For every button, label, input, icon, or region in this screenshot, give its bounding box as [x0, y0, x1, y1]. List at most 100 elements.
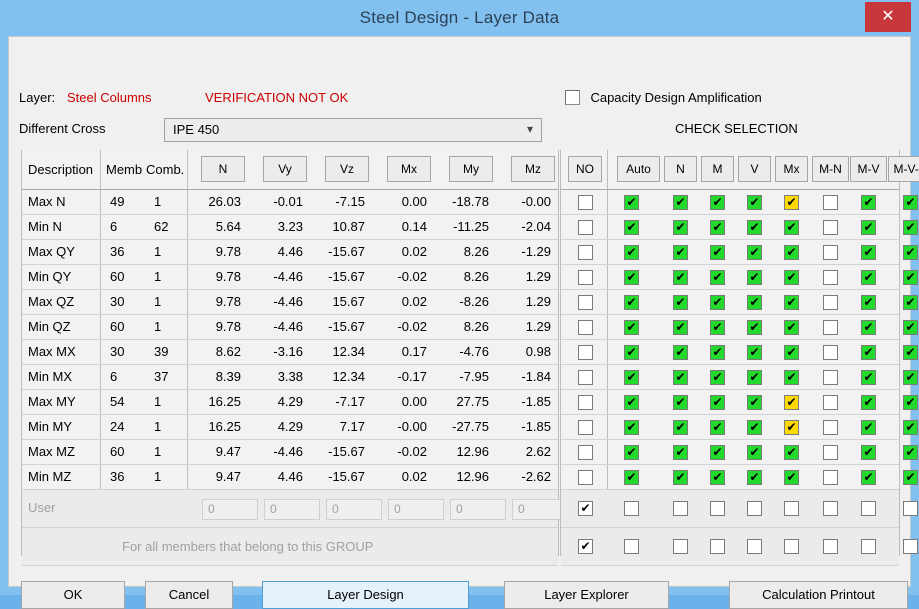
checkbox-n[interactable]: ✔: [673, 395, 688, 410]
col-header-button-m-v-n[interactable]: M-V-N: [888, 156, 919, 182]
checkbox-n[interactable]: ✔: [673, 245, 688, 260]
table-row[interactable]: Max MZ 60 1 9.47 -4.46 -15.67 -0.02 12.96 2.62: [22, 440, 558, 465]
col-header-button-no[interactable]: NO: [568, 156, 602, 182]
checkbox-n[interactable]: [673, 539, 688, 554]
checkbox-m-n[interactable]: [823, 195, 838, 210]
check-row[interactable]: ✔ ✔ ✔ ✔ ✔ ✔ ✔: [561, 190, 918, 215]
user-input-4[interactable]: 0: [450, 499, 506, 520]
section-select[interactable]: IPE 450 ▾: [164, 118, 542, 142]
checkbox-mx[interactable]: ✔: [784, 270, 799, 285]
layer-explorer-button[interactable]: Layer Explorer: [504, 581, 669, 609]
table-row[interactable]: Max QZ 30 1 9.78 -4.46 15.67 0.02 -8.26 1.29: [22, 290, 558, 315]
checkbox-mx[interactable]: ✔: [784, 470, 799, 485]
col-header-button-m-n[interactable]: M-N: [812, 156, 849, 182]
col-header-button-m[interactable]: M: [701, 156, 734, 182]
col-header-button-m-v[interactable]: M-V: [850, 156, 887, 182]
checkbox-m-v-n[interactable]: [903, 501, 918, 516]
checkbox-m-n[interactable]: [823, 295, 838, 310]
checkbox-m-v-n[interactable]: ✔: [903, 295, 918, 310]
check-row[interactable]: ✔ ✔ ✔ ✔ ✔ ✔ ✔: [561, 365, 918, 390]
check-row[interactable]: ✔ ✔ ✔ ✔ ✔ ✔ ✔: [561, 215, 918, 240]
checkbox-m-v-n[interactable]: ✔: [903, 370, 918, 385]
checkbox-no[interactable]: [578, 270, 593, 285]
check-row[interactable]: ✔: [561, 528, 918, 566]
checkbox-m-n[interactable]: [823, 420, 838, 435]
checkbox-n[interactable]: ✔: [673, 370, 688, 385]
checkbox-m[interactable]: ✔: [710, 370, 725, 385]
table-row[interactable]: Max N 49 1 26.03 -0.01 -7.15 0.00 -18.78 -0.00: [22, 190, 558, 215]
table-row[interactable]: Min MY 24 1 16.25 4.29 7.17 -0.00 -27.75 -1.85: [22, 415, 558, 440]
checkbox-v[interactable]: ✔: [747, 270, 762, 285]
col-header-button-mz[interactable]: Mz: [511, 156, 555, 182]
checkbox-m-v-n[interactable]: ✔: [903, 320, 918, 335]
checkbox-no[interactable]: [578, 245, 593, 260]
checkbox-mx[interactable]: ✔: [784, 195, 799, 210]
table-row[interactable]: Min QZ 60 1 9.78 -4.46 -15.67 -0.02 8.26 1.29: [22, 315, 558, 340]
checkbox-mx[interactable]: ✔: [784, 370, 799, 385]
checkbox-mx[interactable]: [784, 539, 799, 554]
col-header-button-auto[interactable]: Auto: [617, 156, 660, 182]
col-header-button-mx[interactable]: Mx: [775, 156, 808, 182]
checkbox-m-n[interactable]: [823, 220, 838, 235]
checkbox-auto[interactable]: ✔: [624, 195, 639, 210]
check-row[interactable]: ✔ ✔ ✔ ✔ ✔ ✔ ✔: [561, 440, 918, 465]
checkbox-m-v-n[interactable]: ✔: [903, 245, 918, 260]
checkbox-n[interactable]: ✔: [673, 220, 688, 235]
col-header-button-my[interactable]: My: [449, 156, 493, 182]
checkbox-m[interactable]: ✔: [710, 345, 725, 360]
checkbox-m[interactable]: [710, 539, 725, 554]
check-row[interactable]: ✔ ✔ ✔ ✔ ✔ ✔ ✔: [561, 315, 918, 340]
checkbox-no[interactable]: [578, 295, 593, 310]
checkbox-m-v[interactable]: ✔: [861, 470, 876, 485]
checkbox-no[interactable]: [578, 220, 593, 235]
checkbox-m-v[interactable]: ✔: [861, 220, 876, 235]
checkbox-m[interactable]: ✔: [710, 470, 725, 485]
cancel-button[interactable]: Cancel: [145, 581, 233, 609]
check-row[interactable]: ✔ ✔ ✔ ✔ ✔ ✔ ✔: [561, 465, 918, 490]
checkbox-n[interactable]: ✔: [673, 420, 688, 435]
table-row[interactable]: Min MX 6 37 8.39 3.38 12.34 -0.17 -7.95 -1.84: [22, 365, 558, 390]
checkbox-n[interactable]: ✔: [673, 195, 688, 210]
table-row[interactable]: Min MZ 36 1 9.47 4.46 -15.67 0.02 12.96 -2.62: [22, 465, 558, 490]
calculation-printout-button[interactable]: Calculation Printout: [729, 581, 908, 609]
checkbox-auto[interactable]: ✔: [624, 370, 639, 385]
checkbox-m-v[interactable]: ✔: [861, 245, 876, 260]
checkbox-m-v-n[interactable]: ✔: [903, 420, 918, 435]
checkbox-auto[interactable]: ✔: [624, 295, 639, 310]
checkbox-n[interactable]: ✔: [673, 270, 688, 285]
checkbox-m[interactable]: ✔: [710, 245, 725, 260]
col-header-button-mx[interactable]: Mx: [387, 156, 431, 182]
checkbox-no[interactable]: [578, 470, 593, 485]
checkbox-m-v[interactable]: ✔: [861, 370, 876, 385]
checkbox-auto[interactable]: ✔: [624, 445, 639, 460]
user-row[interactable]: User 0 0 0 0 0 0: [22, 490, 568, 528]
table-row[interactable]: Max QY 36 1 9.78 4.46 -15.67 0.02 8.26 -1.29: [22, 240, 558, 265]
col-header-button-n[interactable]: N: [664, 156, 697, 182]
check-row[interactable]: ✔ ✔ ✔ ✔ ✔ ✔ ✔: [561, 290, 918, 315]
checkbox-v[interactable]: ✔: [747, 245, 762, 260]
close-icon[interactable]: ✕: [865, 2, 911, 32]
checkbox-m-v-n[interactable]: [903, 539, 918, 554]
checkbox-mx[interactable]: ✔: [784, 420, 799, 435]
user-input-1[interactable]: 0: [264, 499, 320, 520]
checkbox-auto[interactable]: [624, 501, 639, 516]
checkbox-auto[interactable]: ✔: [624, 420, 639, 435]
checkbox-n[interactable]: ✔: [673, 320, 688, 335]
checkbox-m-v[interactable]: [861, 539, 876, 554]
checkbox-no[interactable]: ✔: [578, 501, 593, 516]
check-row[interactable]: ✔ ✔ ✔ ✔ ✔ ✔ ✔: [561, 390, 918, 415]
checkbox-n[interactable]: [673, 501, 688, 516]
col-header-button-v[interactable]: V: [738, 156, 771, 182]
checkbox-m[interactable]: ✔: [710, 220, 725, 235]
checkbox-m-n[interactable]: [823, 470, 838, 485]
checkbox-m-n[interactable]: [823, 539, 838, 554]
checkbox-m-v[interactable]: ✔: [861, 270, 876, 285]
checkbox-m[interactable]: ✔: [710, 445, 725, 460]
checkbox-m-v[interactable]: ✔: [861, 445, 876, 460]
checkbox-m[interactable]: ✔: [710, 420, 725, 435]
checkbox-m-n[interactable]: [823, 270, 838, 285]
checkbox-m[interactable]: ✔: [710, 295, 725, 310]
checkbox-m-v-n[interactable]: ✔: [903, 270, 918, 285]
checkbox-no[interactable]: [578, 320, 593, 335]
checkbox-auto[interactable]: ✔: [624, 345, 639, 360]
